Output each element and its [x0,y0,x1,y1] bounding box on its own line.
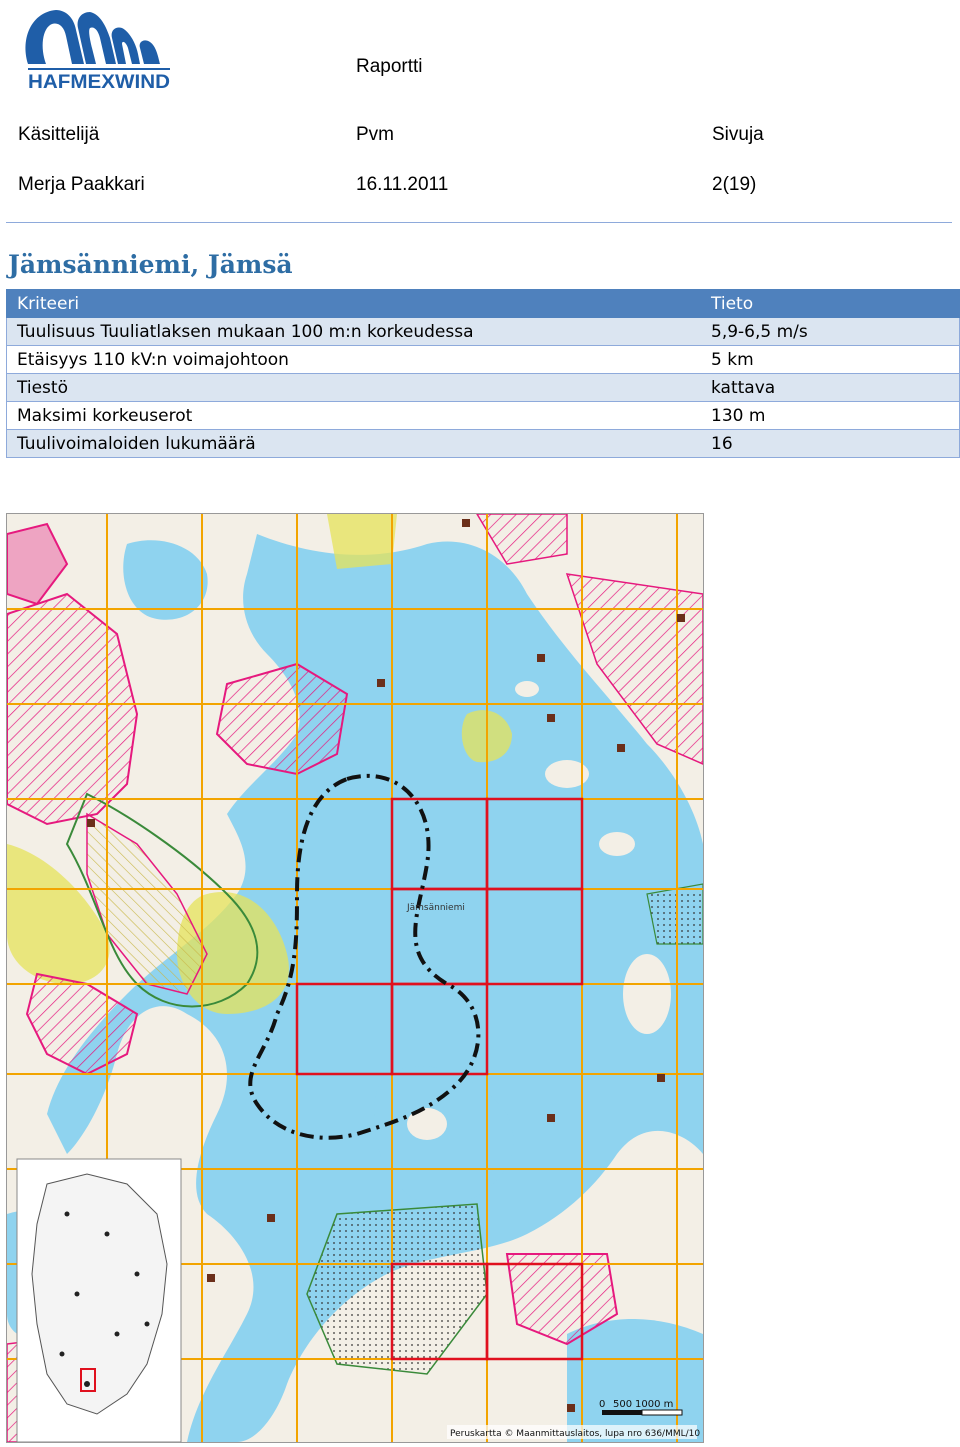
table-cell: 5 km [701,345,960,374]
date-label: Pvm [356,124,394,145]
table-row: Tuulivoimaloiden lukumäärä 16 [6,429,960,458]
table-row: Maksimi korkeuserot 130 m [6,401,960,430]
header-divider [6,222,952,223]
table-cell: Maksimi korkeuserot [6,401,701,430]
overview-inset [16,1158,182,1442]
table-cell: 5,9-6,5 m/s [701,317,960,346]
report-label: Raportti [356,56,423,77]
table-row: Tiestö kattava [6,373,960,402]
table-cell: 130 m [701,401,960,430]
scale-end: 1000 m [635,1399,673,1410]
scale-mid: 500 [613,1399,632,1410]
pages-label: Sivuja [712,124,764,145]
table-cell: 16 [701,429,960,458]
place-label: Jämsänniemi [406,903,465,913]
criteria-table: Kriteeri Tieto Tuulisuus Tuuliatlaksen m… [6,289,960,458]
column-header-criterion: Kriteeri [6,289,701,318]
handler-label: Käsittelijä [18,124,100,145]
column-header-info: Tieto [701,289,960,318]
scale-start: 0 [599,1399,605,1410]
table-header-row: Kriteeri Tieto [6,289,960,318]
table-cell: Etäisyys 110 kV:n voimajohtoon [6,345,701,374]
pages-value: 2(19) [712,174,757,195]
logo-wordmark: HAFMEXWIND [28,72,170,90]
map-credit: Peruskartta © Maanmittauslaitos, lupa nr… [450,1429,700,1439]
site-map: Jämsänniemi 0 500 1000 m Peruskartta © M… [6,513,704,1443]
table-cell: kattava [701,373,960,402]
table-cell: Tiestö [6,373,701,402]
handler-value: Merja Paakkari [18,174,145,195]
table-cell: Tuulivoimaloiden lukumäärä [6,429,701,458]
table-cell: Tuulisuus Tuuliatlaksen mukaan 100 m:n k… [6,317,701,346]
page-title: Jämsänniemi, Jämsä [8,250,293,279]
date-value: 16.11.2011 [356,174,449,195]
table-row: Tuulisuus Tuuliatlaksen mukaan 100 m:n k… [6,317,960,346]
hafmexwind-logo: HAFMEXWIND [25,10,170,90]
table-row: Etäisyys 110 kV:n voimajohtoon 5 km [6,345,960,374]
